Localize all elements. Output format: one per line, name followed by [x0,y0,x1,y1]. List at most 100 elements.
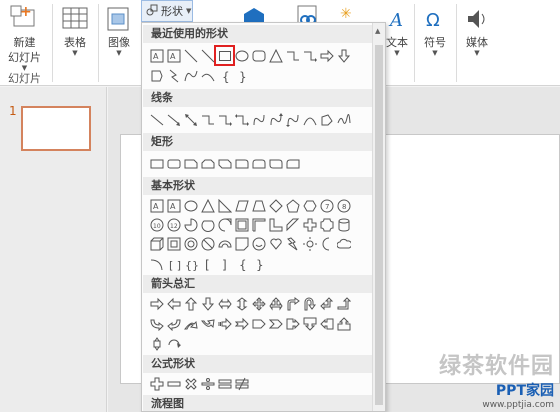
curved-double-arrow-icon[interactable] [284,111,301,128]
double-brace-icon[interactable]: {} [182,255,199,272]
teardrop-icon[interactable] [216,216,233,233]
right-brace-icon[interactable]: } [250,255,267,272]
freeform-icon[interactable] [318,111,335,128]
right-bracket-icon[interactable]: ] [216,255,233,272]
snip-rectangle-icon[interactable] [182,155,199,172]
double-bracket-icon[interactable]: [ ] [165,255,182,272]
right-arrow-icon[interactable] [318,47,335,64]
text-button[interactable]: A 文本 ▼ [382,4,412,57]
left-up-arrow-icon[interactable] [318,295,335,312]
curved-connector-icon[interactable] [250,111,267,128]
left-bracket-icon[interactable]: [ [199,255,216,272]
rounded-rectangle-icon[interactable] [250,47,267,64]
cube-icon[interactable] [148,235,165,252]
curved-right-arrow-icon[interactable] [148,315,165,332]
elbow-arrow-icon[interactable] [216,111,233,128]
down-arrow-callout-icon[interactable] [301,315,318,332]
vertical-textbox-icon[interactable]: A [165,47,182,64]
frame-icon[interactable] [233,216,250,233]
decagon-icon[interactable]: 10 [148,216,165,233]
parallelogram-icon[interactable] [233,197,250,214]
donut-icon[interactable] [182,235,199,252]
heptagon-icon[interactable]: 7 [318,197,335,214]
curve-icon[interactable] [199,67,216,84]
textbox-icon[interactable]: A [148,47,165,64]
striped-right-arrow-icon[interactable] [216,315,233,332]
triangle-icon[interactable] [267,47,284,64]
sun-icon[interactable] [301,235,318,252]
equal-icon[interactable] [216,375,233,392]
cross-icon[interactable] [301,216,318,233]
pentagon-icon[interactable] [284,197,301,214]
triangle-icon[interactable] [199,197,216,214]
lightning-icon[interactable] [165,67,182,84]
image-button[interactable]: 图像 ▼ [104,4,134,57]
hexagon-icon[interactable] [301,197,318,214]
round-corner-rectangle-icon[interactable] [284,155,301,172]
elbow-double-arrow-icon[interactable] [233,111,250,128]
new-slide-button[interactable]: + 新建 幻灯片 ▼ [8,4,41,72]
cloud-icon[interactable] [335,235,352,252]
vertical-textbox-icon[interactable]: A [165,197,182,214]
no-symbol-icon[interactable] [199,235,216,252]
elbow-arrow-icon[interactable] [301,47,318,64]
right-triangle-icon[interactable] [216,197,233,214]
bevel-icon[interactable] [165,235,182,252]
l-shape-icon[interactable] [267,216,284,233]
diagonal-stripe-icon[interactable] [284,216,301,233]
pentagon-arrow-icon[interactable] [250,315,267,332]
curved-arrow-icon[interactable] [267,111,284,128]
down-arrow-icon[interactable] [335,47,352,64]
elbow-connector-icon[interactable] [284,47,301,64]
slide-thumbnail[interactable] [21,106,91,151]
not-equal-icon[interactable] [233,375,250,392]
down-arrow-icon[interactable] [199,295,216,312]
multiply-icon[interactable] [182,375,199,392]
action-icon[interactable]: ✳ [338,4,358,24]
notched-right-arrow-icon[interactable] [233,315,250,332]
round-corner-rectangle-icon[interactable] [250,155,267,172]
arc-icon[interactable] [148,255,165,272]
up-arrow-icon[interactable] [182,295,199,312]
double-arrow-line-icon[interactable] [182,111,199,128]
octagon-icon[interactable]: 8 [335,197,352,214]
oval-icon[interactable] [182,197,199,214]
rectangle-icon[interactable] [148,155,165,172]
curved-up-arrow-icon[interactable] [182,315,199,332]
curve-icon[interactable] [182,67,199,84]
textbox-icon[interactable]: A [148,197,165,214]
folded-corner-icon[interactable] [233,235,250,252]
line-icon[interactable] [182,47,199,64]
up-arrow-callout-icon[interactable] [335,315,352,332]
quad-arrow-callout-icon[interactable] [148,335,165,352]
curved-left-arrow-icon[interactable] [165,315,182,332]
circular-arrow-icon[interactable] [165,335,182,352]
right-arrow-callout-icon[interactable] [284,315,301,332]
smiley-face-icon[interactable] [250,235,267,252]
bent-up-arrow-icon[interactable] [335,295,352,312]
divide-icon[interactable] [199,375,216,392]
left-brace-icon[interactable]: { [233,255,250,272]
dodecagon-icon[interactable]: 12 [165,216,182,233]
round-corner-rectangle-icon[interactable] [233,155,250,172]
plaque-icon[interactable] [318,216,335,233]
rectangle-icon[interactable] [214,45,235,66]
left-arrow-icon[interactable] [165,295,182,312]
rounded-rectangle-icon[interactable] [165,155,182,172]
scribble-icon[interactable] [335,111,352,128]
scrollbar-thumb[interactable] [375,45,383,405]
curve-icon[interactable] [301,111,318,128]
elbow-connector-icon[interactable] [199,111,216,128]
plus-icon[interactable] [148,375,165,392]
quad-arrow-icon[interactable] [250,295,267,312]
line-icon[interactable] [148,111,165,128]
oval-icon[interactable] [233,47,250,64]
right-brace-icon[interactable]: } [233,67,250,84]
left-right-up-arrow-icon[interactable] [267,295,284,312]
heart-icon[interactable] [267,235,284,252]
lightning-bolt-icon[interactable] [284,235,301,252]
left-right-arrow-icon[interactable] [216,295,233,312]
u-turn-arrow-icon[interactable] [301,295,318,312]
curved-down-arrow-icon[interactable] [199,315,216,332]
dropdown-scrollbar[interactable]: ▲ [372,23,385,411]
